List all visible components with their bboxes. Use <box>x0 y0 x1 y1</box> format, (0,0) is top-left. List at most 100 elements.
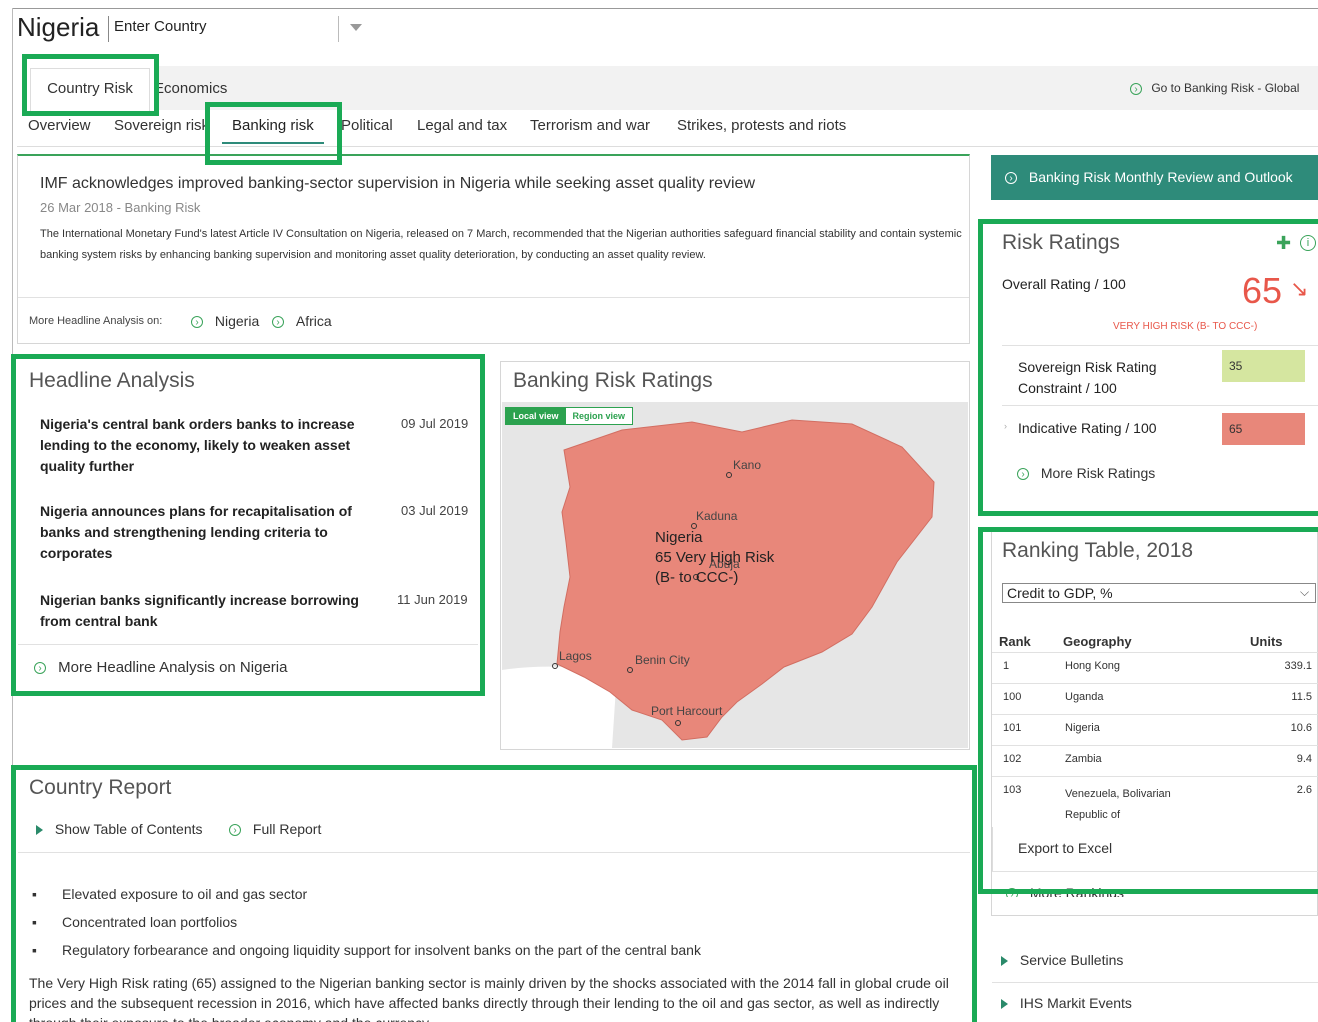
subtab-legal-and-tax[interactable]: Legal and tax <box>417 117 507 134</box>
full-report-link[interactable]: › Full Report <box>229 821 321 837</box>
table-cell-geo[interactable]: Uganda <box>1065 691 1104 703</box>
go-to-banking-risk-link[interactable]: › Go to Banking Risk - Global <box>1130 81 1299 95</box>
more-risk-ratings-label: More Risk Ratings <box>1040 465 1156 481</box>
subtab-divider <box>17 146 1318 147</box>
caret-right-icon <box>1001 956 1008 967</box>
city-label-kano: Kano <box>733 458 762 472</box>
table-cell-units: 11.5 <box>1291 691 1312 703</box>
add-icon[interactable]: ✚ <box>1276 233 1291 254</box>
risk-divider <box>1002 405 1318 406</box>
table-cell-geo[interactable]: Hong Kong <box>1065 660 1120 672</box>
article-title[interactable]: IMF acknowledges improved banking-sector… <box>40 175 960 193</box>
monthly-review-label: Banking Risk Monthly Review and Outlook <box>1028 169 1293 185</box>
bullet-marker: ▪ <box>32 914 37 930</box>
local-view-toggle[interactable]: Local view <box>506 408 566 424</box>
more-risk-ratings-link[interactable]: › More Risk Ratings <box>1017 465 1155 481</box>
headline-item[interactable]: Nigerian banks significantly increase bo… <box>40 590 380 632</box>
more-link-nigeria[interactable]: › Nigeria <box>191 313 259 329</box>
more-rankings-label: More Rankings <box>1029 885 1125 897</box>
table-cell-rank: 1 <box>1003 660 1010 672</box>
headline-date: 03 Jul 2019 <box>401 503 469 518</box>
risk-ratings-title: Risk Ratings <box>1002 231 1120 254</box>
city-label-lagos: Lagos <box>559 649 592 663</box>
subtab-terrorism-and-war[interactable]: Terrorism and war <box>530 117 650 134</box>
report-bullet: ▪ Concentrated loan portfolios <box>32 908 701 936</box>
caret-right-icon <box>36 825 43 836</box>
table-cell-geo[interactable]: Zambia <box>1065 753 1102 765</box>
info-icon[interactable]: i <box>1300 235 1316 251</box>
headline-item[interactable]: Nigeria's central bank orders banks to i… <box>40 414 380 477</box>
map-tooltip-range: (B- to CCC-) <box>655 569 739 586</box>
report-bullet-text: Elevated exposure to oil and gas sector <box>62 886 308 902</box>
report-bullet: ▪ Elevated exposure to oil and gas sector <box>32 880 701 908</box>
article-body: The International Monetary Fund's latest… <box>40 228 962 261</box>
table-cell-geo[interactable]: Venezuela, Bolivarian Republic of <box>1065 784 1215 826</box>
report-bullet-list: ▪ Elevated exposure to oil and gas sector… <box>32 880 701 964</box>
show-toc-link[interactable]: Show Table of Contents <box>36 821 203 837</box>
table-divider <box>992 652 1318 653</box>
subtab-overview[interactable]: Overview <box>28 117 91 134</box>
map-tooltip: Nigeria 65 Very High Risk (B- to CCC-) <box>655 528 774 588</box>
headline-item[interactable]: Nigeria announces plans for recapitalisa… <box>40 501 380 564</box>
col-header-geography: Geography <box>1063 634 1132 649</box>
ihs-events-link[interactable]: IHS Markit Events <box>1001 995 1132 1011</box>
subtab-sovereign-risk[interactable]: Sovereign risk <box>114 117 208 134</box>
subtab-banking-risk[interactable]: Banking risk <box>232 117 314 134</box>
arrow-circle-icon: › <box>229 824 241 837</box>
header-divider <box>108 16 109 42</box>
indicative-rating-label[interactable]: Indicative Rating / 100 <box>1018 420 1157 436</box>
table-cell-rank: 100 <box>1003 691 1022 703</box>
table-cell-rank: 103 <box>1003 784 1022 796</box>
expand-arrow-icon[interactable]: › <box>1004 421 1007 431</box>
side-link-divider <box>992 982 1318 983</box>
bullet-marker: ▪ <box>32 886 37 902</box>
headline-divider <box>18 644 478 645</box>
tab-country-risk[interactable]: Country Risk <box>30 68 150 112</box>
active-tab-underline <box>222 142 324 144</box>
more-headline-analysis-label: More Headline Analysis on Nigeria <box>58 659 288 676</box>
table-row-divider <box>992 745 1318 746</box>
more-headline-analysis-link[interactable]: › More Headline Analysis on Nigeria <box>34 659 287 676</box>
map-title: Banking Risk Ratings <box>513 369 713 392</box>
export-excel-button[interactable]: Export to Excel <box>1018 840 1112 856</box>
subtab-strikes-protests-riots[interactable]: Strikes, protests and riots <box>677 117 846 134</box>
region-view-toggle[interactable]: Region view <box>566 408 633 424</box>
report-bullet-text: Concentrated loan portfolios <box>62 914 238 930</box>
article-divider <box>18 297 969 298</box>
arrow-circle-icon: › <box>1006 888 1018 897</box>
table-cell-units: 2.6 <box>1296 784 1312 796</box>
ranking-table-title: Ranking Table, 2018 <box>1002 539 1194 562</box>
more-rankings-link[interactable]: › More Rankings <box>1006 885 1124 897</box>
map-tooltip-country: Nigeria <box>655 529 703 546</box>
monthly-review-button[interactable]: › Banking Risk Monthly Review and Outloo… <box>991 155 1318 200</box>
map-view-toggle: Local view Region view <box>505 407 634 425</box>
trend-down-icon: ↘ <box>1290 276 1309 301</box>
chevron-down-icon[interactable] <box>350 24 362 31</box>
table-divider <box>992 871 1318 872</box>
report-paragraph: The Very High Risk rating (65) assigned … <box>29 975 949 1022</box>
ihs-events-label: IHS Markit Events <box>1019 995 1132 1011</box>
arrow-circle-icon: › <box>1130 82 1142 95</box>
table-left-line <box>992 827 993 871</box>
indicative-rating-value: 65 <box>1222 413 1305 445</box>
page-title: Nigeria <box>17 12 100 42</box>
service-bulletins-link[interactable]: Service Bulletins <box>1001 952 1123 968</box>
more-link-africa-label: Africa <box>295 313 332 329</box>
report-bullet-text: Regulatory forbearance and ongoing liqui… <box>62 942 701 958</box>
more-link-africa[interactable]: › Africa <box>272 313 332 329</box>
country-select-input[interactable]: Enter Country <box>114 18 354 40</box>
tab-economics[interactable]: Economics <box>158 80 258 100</box>
map-canvas[interactable]: Kano Kaduna Abuja Lagos Benin City Port … <box>502 402 968 748</box>
select-divider <box>338 16 339 42</box>
headline-analysis-title: Headline Analysis <box>29 369 195 392</box>
arrow-circle-icon: › <box>191 316 203 329</box>
chevron-down-icon[interactable]: ⌵ <box>1300 585 1309 600</box>
city-label-benin-city: Benin City <box>635 653 690 667</box>
table-cell-geo[interactable]: Nigeria <box>1065 722 1100 734</box>
overall-rating-desc: VERY HIGH RISK (B- TO CCC-) <box>1113 321 1258 332</box>
more-headline-label: More Headline Analysis on: <box>29 315 163 327</box>
subtab-political[interactable]: Political <box>341 117 393 134</box>
ranking-metric-select[interactable]: Credit to GDP, % <box>1002 583 1316 603</box>
map-tooltip-rating: 65 Very High Risk <box>655 549 775 566</box>
arrow-circle-icon: › <box>34 662 46 675</box>
